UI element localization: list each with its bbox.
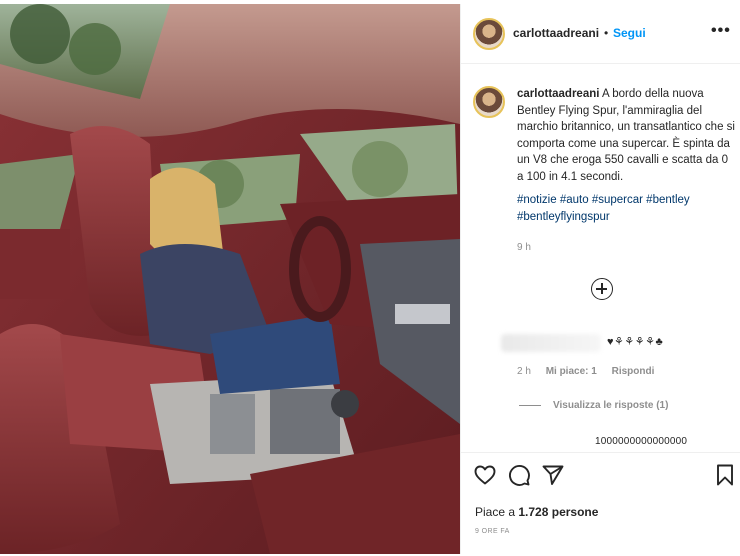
- blurred-comment: [501, 334, 601, 352]
- view-replies-label: Visualizza le risposte (1): [553, 400, 669, 411]
- caption-avatar[interactable]: [473, 86, 505, 118]
- hashtag-link[interactable]: #auto: [560, 194, 589, 206]
- separator-dot: •: [604, 26, 609, 40]
- share-icon[interactable]: [541, 463, 565, 487]
- hashtag-link[interactable]: #bentley: [646, 194, 689, 206]
- likes-prefix: Piace a: [475, 505, 516, 519]
- header-username[interactable]: carlottaadreani: [513, 26, 599, 40]
- comment-likes[interactable]: Mi piace: 1: [546, 366, 597, 377]
- likes-count[interactable]: Piace a 1.728 persone: [475, 505, 598, 519]
- likes-suffix: persone: [551, 505, 599, 519]
- hashtag-link[interactable]: #notizie: [517, 194, 557, 206]
- hashtag-link[interactable]: #bentleyflyingspur: [517, 211, 610, 223]
- hashtag-link[interactable]: #supercar: [592, 194, 643, 206]
- follow-button[interactable]: Segui: [613, 26, 646, 40]
- instagram-post: carlottaadreani • Segui ••• carlottaadre…: [0, 0, 740, 556]
- action-bar: Piace a 1.728 persone 9 ORE FA: [461, 452, 740, 554]
- comment-meta: 2 h Mi piace: 1 Rispondi: [517, 366, 666, 377]
- post-side-panel: carlottaadreani • Segui ••• carlottaadre…: [460, 4, 740, 554]
- car-interior-image: [0, 4, 460, 554]
- caption-timestamp: 9 h: [517, 242, 531, 253]
- cut-off-comment: 1000000000000000: [595, 436, 688, 444]
- post-header: carlottaadreani • Segui •••: [461, 4, 740, 64]
- comment-emojis: ♥⚘⚘⚘⚘♣: [607, 336, 664, 348]
- hashtags: #notizie #auto #supercar #bentley #bentl…: [517, 192, 727, 226]
- avatar[interactable]: [473, 18, 505, 50]
- caption-text: A bordo della nuova Bentley Flying Spur,…: [517, 88, 735, 183]
- heart-icon[interactable]: [473, 463, 497, 487]
- view-replies-button[interactable]: Visualizza le risposte (1): [519, 400, 668, 411]
- likes-number: 1.728: [518, 505, 549, 519]
- post-photo[interactable]: [0, 4, 460, 554]
- replies-divider: [519, 404, 541, 406]
- reply-button[interactable]: Rispondi: [612, 366, 655, 377]
- plus-circle-icon[interactable]: [591, 278, 613, 300]
- more-options-icon[interactable]: •••: [711, 22, 731, 40]
- bookmark-icon[interactable]: [713, 463, 737, 487]
- caption-username[interactable]: carlottaadreani: [517, 88, 599, 100]
- comment-icon[interactable]: [507, 463, 531, 487]
- caption: carlottaadreani A bordo della nuova Bent…: [517, 86, 737, 185]
- post-age: 9 ORE FA: [475, 528, 510, 535]
- comment-timestamp: 2 h: [517, 366, 531, 377]
